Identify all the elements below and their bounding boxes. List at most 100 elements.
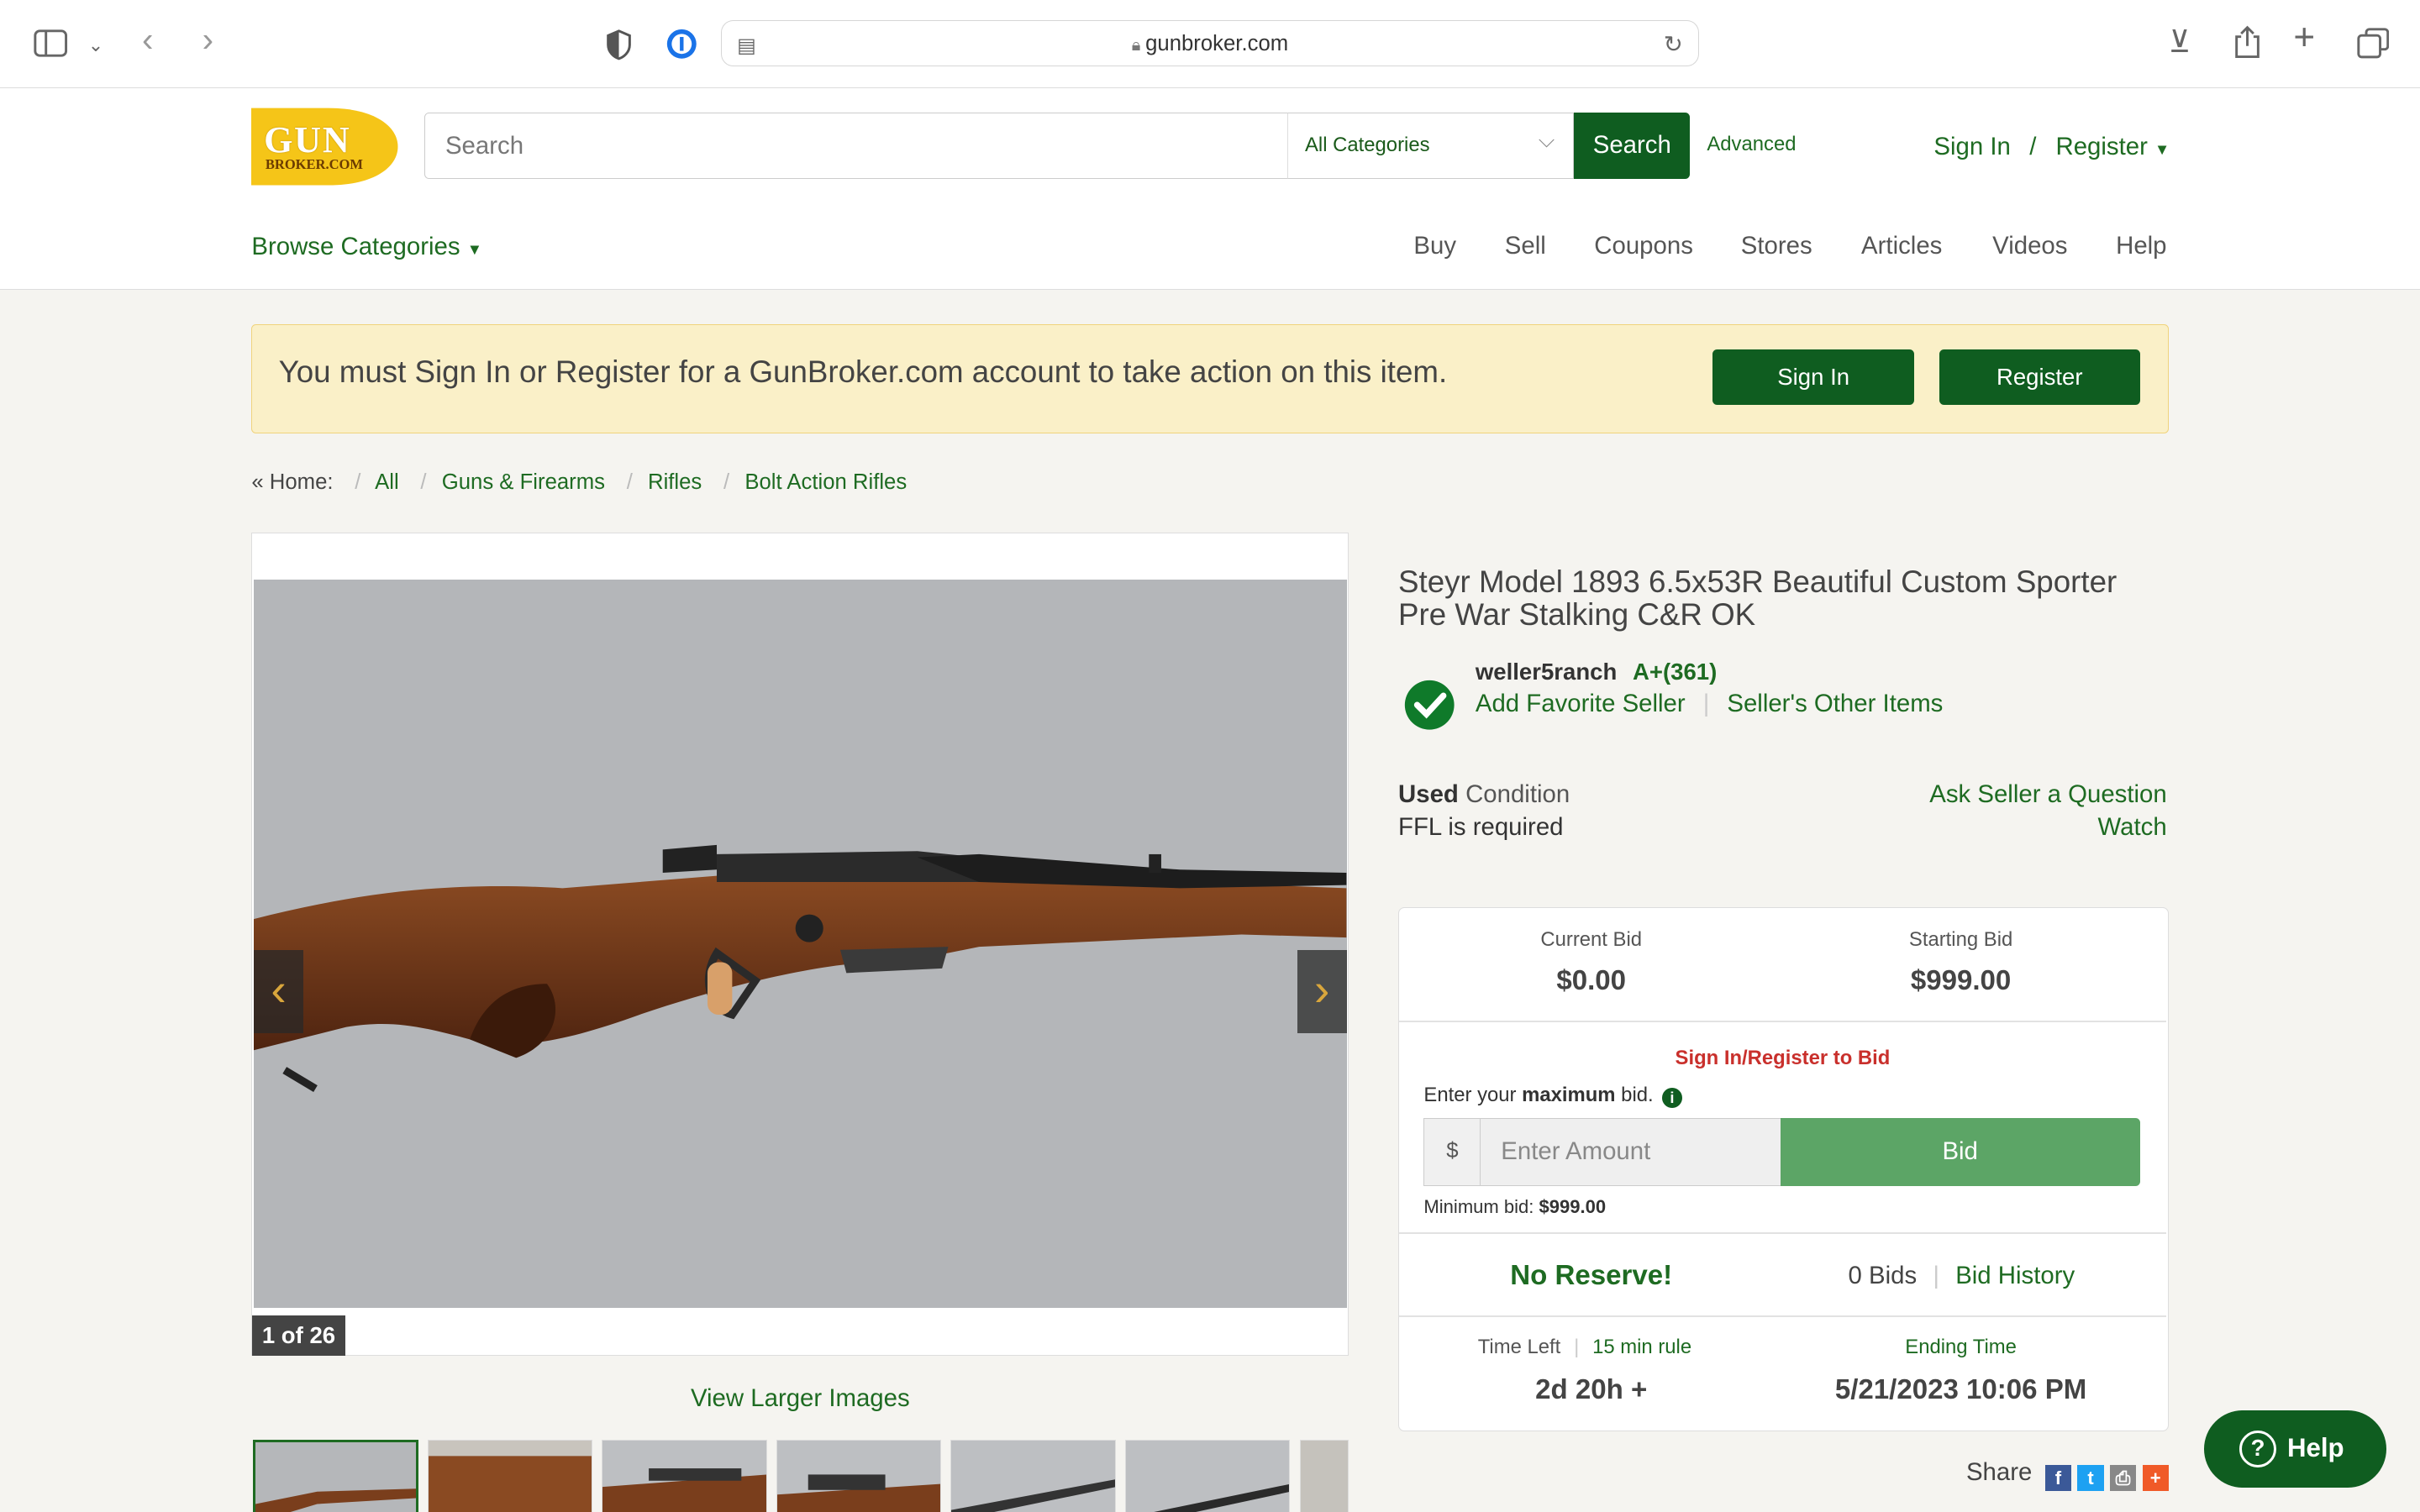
reload-icon[interactable]: ↻: [1664, 30, 1683, 58]
browse-categories-menu[interactable]: Browse Categories ▼: [251, 233, 482, 261]
facebook-icon[interactable]: f: [2044, 1465, 2072, 1492]
bid-amount-input[interactable]: Enter Amount: [1481, 1117, 1782, 1186]
thumbnail-7[interactable]: [1299, 1439, 1349, 1512]
minimum-bid: Minimum bid: $999.00: [1423, 1196, 1606, 1218]
add-favorite-seller-link[interactable]: Add Favorite Seller: [1476, 690, 1686, 717]
category-select-label: All Categories: [1305, 133, 1430, 156]
current-bid-value: $0.00: [1556, 964, 1627, 996]
watch-link[interactable]: Watch: [2098, 813, 2167, 842]
privacy-shield-icon[interactable]: [605, 29, 633, 66]
category-select[interactable]: All Categories ⌵: [1286, 113, 1575, 180]
image-gallery: ‹ › 1 of 26: [251, 532, 1349, 1357]
thumbnail-3[interactable]: [602, 1439, 767, 1512]
search-input[interactable]: Search: [424, 113, 1289, 180]
question-icon: ?: [2239, 1430, 2277, 1467]
breadcrumb-bolt-action-rifles[interactable]: Bolt Action Rifles: [744, 470, 907, 494]
breadcrumb-sep: /: [626, 470, 633, 495]
starting-bid-value: $999.00: [1910, 964, 2012, 996]
nav-buy[interactable]: Buy: [1413, 232, 1456, 260]
breadcrumb-sep: /: [355, 470, 361, 495]
sign-in-link[interactable]: Sign In: [1933, 133, 2010, 161]
register-link[interactable]: Register ▼: [2055, 133, 2170, 161]
time-left-label: Time Left: [1477, 1335, 1561, 1358]
twitter-icon[interactable]: t: [2077, 1465, 2104, 1492]
search-button[interactable]: Search: [1574, 113, 1691, 180]
url-text: gunbroker.com: [1145, 31, 1289, 55]
caret-down-icon: ▼: [466, 240, 482, 259]
logo-text-broker: BROKER.COM: [265, 155, 363, 172]
sidebar-toggle-icon[interactable]: [34, 29, 68, 62]
seller-name[interactable]: weller5ranch: [1476, 659, 1617, 685]
current-bid-label: Current Bid: [1540, 927, 1643, 951]
banner-sign-in-button[interactable]: Sign In: [1712, 349, 1915, 406]
ask-seller-link[interactable]: Ask Seller a Question: [1929, 780, 2166, 809]
condition-label: Condition: [1465, 780, 1570, 809]
prev-image-button[interactable]: ‹: [254, 949, 303, 1033]
ending-time-value: 5/21/2023 10:06 PM: [1834, 1373, 2087, 1405]
bid-button[interactable]: Bid: [1780, 1117, 2140, 1186]
password-manager-icon[interactable]: [666, 28, 698, 66]
tab-overview-icon[interactable]: [2357, 28, 2390, 64]
nav-stores[interactable]: Stores: [1741, 232, 1812, 260]
nav-articles[interactable]: Articles: [1861, 232, 1942, 260]
seller-rating[interactable]: A+(361): [1633, 659, 1717, 685]
max-bid-text-post: bid.: [1621, 1084, 1654, 1107]
back-icon[interactable]: ‹: [142, 23, 153, 56]
breadcrumb-rifles[interactable]: Rifles: [648, 470, 702, 494]
nav-coupons[interactable]: Coupons: [1594, 232, 1693, 260]
thumbnail-2[interactable]: [427, 1439, 593, 1512]
starting-bid-label: Starting Bid: [1908, 927, 2013, 951]
minimum-bid-label: Minimum bid:: [1423, 1196, 1534, 1218]
breadcrumb-guns-firearms[interactable]: Guns & Firearms: [442, 470, 605, 494]
max-bid-text-bold: maximum: [1522, 1084, 1616, 1107]
minimum-bid-value: $999.00: [1539, 1196, 1607, 1218]
chevron-down-icon: ⌵: [1538, 129, 1555, 153]
thumbnail-6[interactable]: [1124, 1439, 1291, 1512]
auth-separator: /: [2029, 132, 2037, 160]
more-share-icon[interactable]: +: [2142, 1465, 2169, 1492]
time-left: Time Left | 15 min rule: [1477, 1335, 1692, 1358]
register-link-label: Register: [2055, 132, 2148, 160]
new-tab-icon[interactable]: +: [2293, 18, 2315, 55]
max-bid-instructions: Enter your maximum bid. i: [1423, 1084, 1682, 1109]
seller-actions: Add Favorite Seller | Seller's Other Ite…: [1475, 690, 1944, 717]
nav-help[interactable]: Help: [2116, 232, 2166, 260]
fifteen-min-rule-link[interactable]: 15 min rule: [1592, 1336, 1691, 1358]
thumbnail-1[interactable]: [253, 1439, 418, 1512]
bid-history-link[interactable]: Bid History: [1955, 1262, 2075, 1289]
help-label: Help: [2286, 1433, 2344, 1463]
seller-line: weller5ranch A+(361): [1476, 659, 1717, 685]
gunbroker-logo[interactable]: GUN BROKER.COM: [251, 105, 398, 188]
banner-message: You must Sign In or Register for a GunBr…: [278, 354, 1448, 389]
banner-register-button[interactable]: Register: [1939, 349, 2140, 406]
image-counter: 1 of 26: [252, 1315, 345, 1356]
seller-other-items-link[interactable]: Seller's Other Items: [1727, 690, 1943, 717]
sign-in-to-bid-link[interactable]: Sign In/Register to Bid: [1399, 1047, 2166, 1070]
ending-time-label: Ending Time: [1905, 1335, 2017, 1358]
no-reserve-label: No Reserve!: [1510, 1259, 1673, 1291]
chevron-down-icon[interactable]: ⌄: [88, 31, 103, 59]
share-icon[interactable]: [2233, 24, 2261, 63]
thumbnail-5[interactable]: [950, 1439, 1116, 1512]
nav-sell[interactable]: Sell: [1505, 232, 1546, 260]
bid-count: 0 Bids | Bid History: [1848, 1261, 2075, 1289]
download-icon[interactable]: ⊻: [2169, 26, 2191, 57]
address-bar[interactable]: ▤ 🔒︎ gunbroker.com ↻: [720, 19, 1700, 66]
forward-icon[interactable]: ›: [203, 23, 213, 56]
sign-in-banner: You must Sign In or Register for a GunBr…: [251, 323, 2169, 434]
print-icon[interactable]: ⎙: [2109, 1465, 2137, 1492]
help-button[interactable]: ? Help: [2203, 1410, 2386, 1488]
advanced-search-link[interactable]: Advanced: [1707, 133, 1796, 156]
thumbnail-4[interactable]: [776, 1439, 942, 1512]
next-image-button[interactable]: ›: [1297, 949, 1347, 1033]
condition-value: Used: [1398, 780, 1459, 809]
listing-title: Steyr Model 1893 6.5x53R Beautiful Custo…: [1398, 564, 2118, 632]
view-larger-images-link[interactable]: View Larger Images: [251, 1384, 1349, 1413]
nav-videos[interactable]: Videos: [1992, 232, 2067, 260]
breadcrumb-home: « Home:: [251, 470, 334, 495]
caret-down-icon: ▼: [2154, 139, 2170, 158]
rifle-photo[interactable]: ‹ ›: [254, 579, 1347, 1308]
info-icon[interactable]: i: [1661, 1088, 1682, 1109]
browser-toolbar: ⌄ ‹ › ▤ 🔒︎ gunbroker.com ↻ ⊻ +: [0, 0, 2420, 88]
breadcrumb-all[interactable]: All: [375, 470, 399, 494]
